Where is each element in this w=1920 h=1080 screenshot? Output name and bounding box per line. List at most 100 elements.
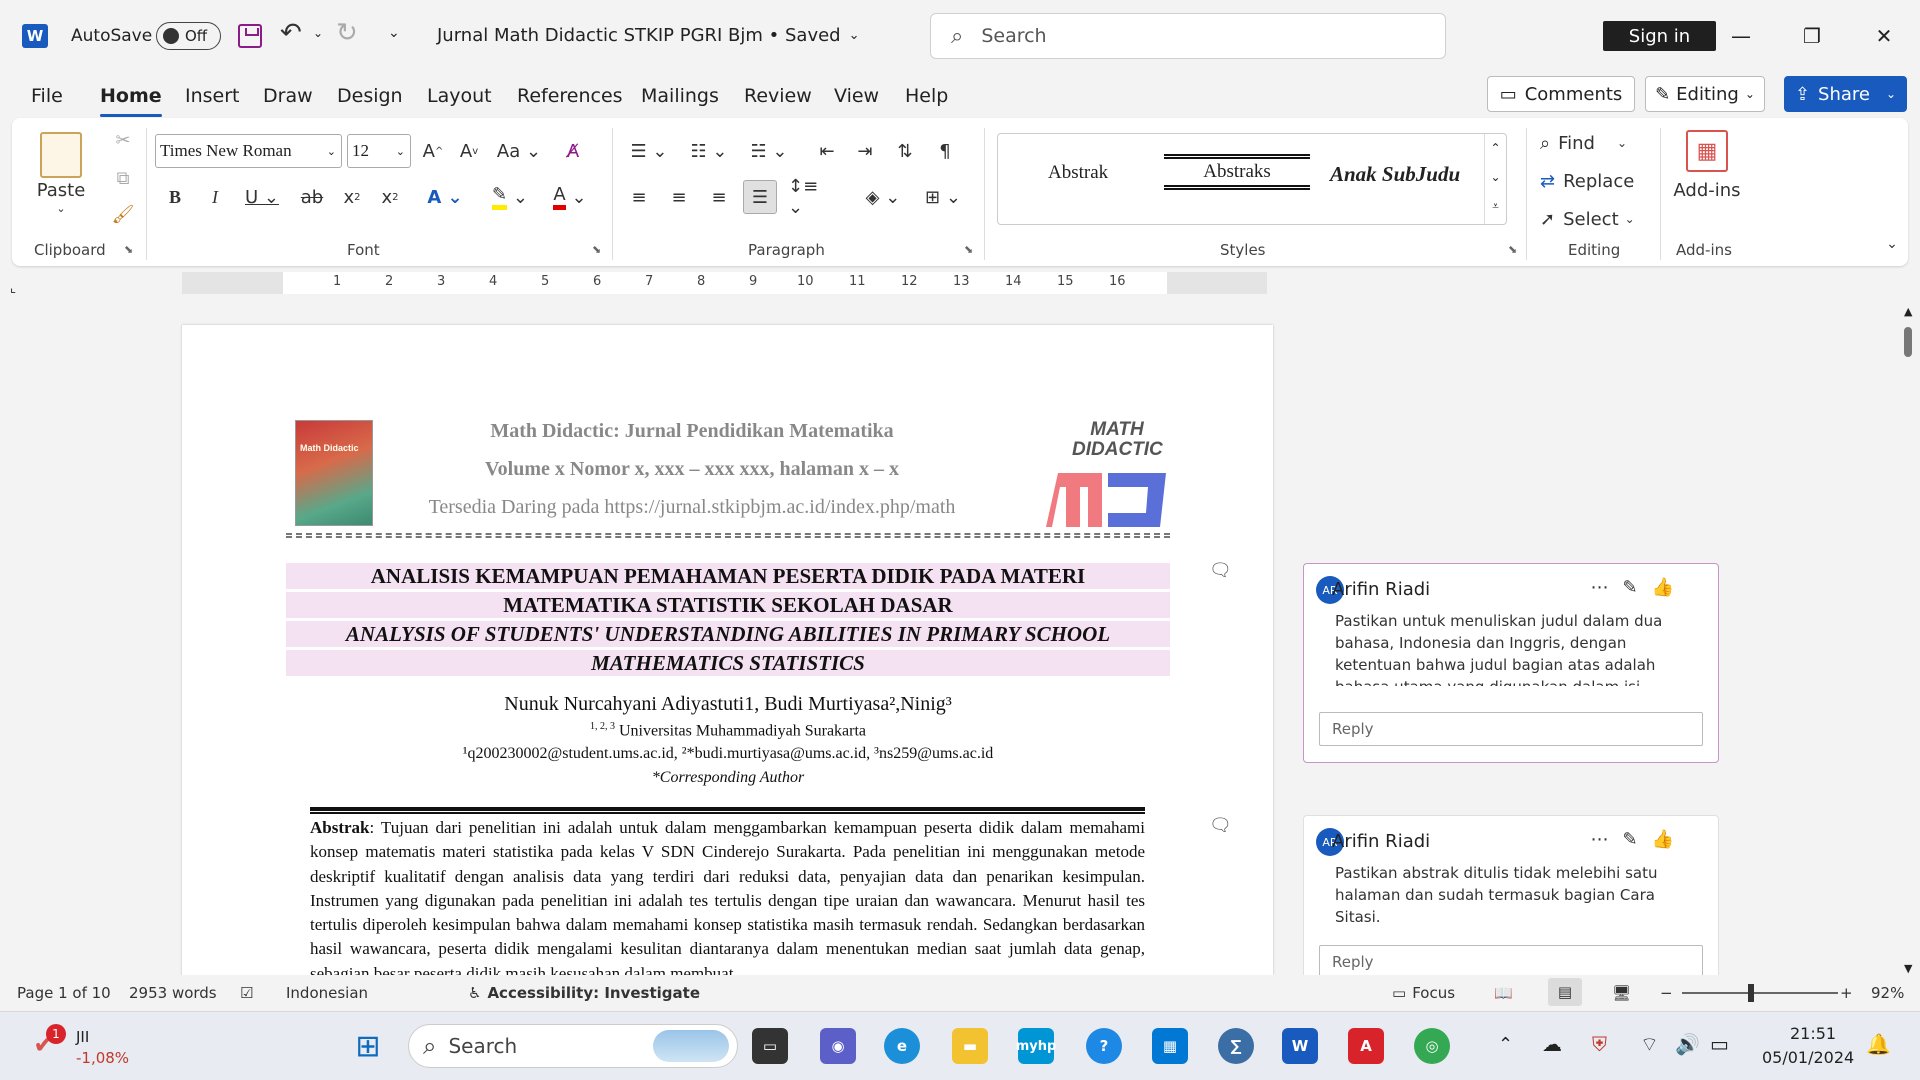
- microsoft-store-icon[interactable]: ▦: [1152, 1028, 1188, 1064]
- styles-scroll-buttons[interactable]: ⌃ ⌄ ⩡: [1484, 134, 1506, 224]
- strikethrough-button[interactable]: ab: [297, 182, 327, 212]
- show-hidden-icons[interactable]: ⌃: [1498, 1034, 1513, 1055]
- more-options-icon[interactable]: ⋯: [1590, 829, 1622, 850]
- select-button[interactable]: ➚ Select ⌄: [1540, 204, 1635, 234]
- comment-anchor-icon[interactable]: 🗨: [1209, 560, 1232, 581]
- font-name-combo[interactable]: Times New Roman ⌄: [155, 134, 342, 168]
- myhp-icon[interactable]: myhp: [1016, 1028, 1056, 1064]
- taskbar-search[interactable]: ⌕ Search: [408, 1024, 738, 1068]
- tab-view[interactable]: View: [834, 85, 879, 107]
- scroll-down-icon[interactable]: ▼: [1904, 962, 1912, 975]
- tab-draw[interactable]: Draw: [263, 85, 313, 107]
- line-spacing-icon[interactable]: ↕≡ ⌄: [788, 176, 838, 218]
- sort-icon[interactable]: ⇅: [890, 134, 920, 168]
- reply-input[interactable]: Reply: [1319, 712, 1703, 746]
- onedrive-icon[interactable]: ☁: [1542, 1032, 1562, 1056]
- horizontal-ruler[interactable]: 1 2 3 4 5 6 7 8 9 10 11 12 13 14 15 16: [283, 272, 1167, 294]
- superscript-button[interactable]: x2: [375, 182, 405, 212]
- search-box[interactable]: ⌕ Search: [930, 13, 1446, 59]
- bullets-icon[interactable]: ☰ ⌄: [624, 134, 674, 168]
- highlight-color-icon[interactable]: ✎ ⌄: [482, 182, 538, 212]
- chrome-icon[interactable]: ◎: [1414, 1028, 1450, 1064]
- word-taskbar-icon[interactable]: W: [1282, 1028, 1318, 1064]
- comment-card[interactable]: AR Arifin Riadi ⋯✎👍 Pastikan abstrak dit…: [1303, 815, 1719, 985]
- customize-qat-icon[interactable]: ⌄: [388, 25, 400, 41]
- style-anak-subjudul[interactable]: Anak SubJudu: [1330, 162, 1460, 187]
- align-right-icon[interactable]: ≡: [704, 180, 734, 214]
- font-color-icon[interactable]: A ⌄: [542, 182, 598, 212]
- scroll-thumb[interactable]: [1904, 327, 1912, 357]
- acrobat-icon[interactable]: A: [1348, 1028, 1384, 1064]
- notification-bell-icon[interactable]: 🔔: [1866, 1032, 1891, 1056]
- increase-indent-icon[interactable]: ⇥: [850, 134, 880, 168]
- zoom-level[interactable]: 92%: [1871, 984, 1904, 1002]
- wifi-icon[interactable]: ⌔: [1640, 1032, 1659, 1057]
- tab-layout[interactable]: Layout: [427, 85, 492, 107]
- zoom-out-icon[interactable]: −: [1660, 984, 1673, 1002]
- justify-icon[interactable]: ☰: [743, 180, 777, 214]
- save-icon[interactable]: [238, 24, 262, 48]
- text-effects-icon[interactable]: A ⌄: [422, 182, 468, 212]
- paste-button[interactable]: Paste: [36, 180, 86, 201]
- tab-review[interactable]: Review: [744, 85, 812, 107]
- change-case-icon[interactable]: Aa ⌄: [496, 134, 542, 168]
- multilevel-list-icon[interactable]: ☵ ⌄: [744, 134, 794, 168]
- italic-button[interactable]: I: [202, 182, 228, 212]
- tab-home[interactable]: Home: [100, 85, 162, 117]
- battery-icon[interactable]: ▭: [1710, 1032, 1729, 1056]
- restore-button[interactable]: ❐: [1792, 20, 1832, 52]
- find-button[interactable]: ⌕ Find ⌄: [1540, 128, 1627, 158]
- file-explorer-icon[interactable]: ▬: [952, 1028, 988, 1064]
- style-abstrak[interactable]: Abstrak: [1048, 162, 1108, 184]
- tab-file[interactable]: File: [31, 85, 63, 107]
- tab-mailings[interactable]: Mailings: [641, 85, 719, 107]
- show-formatting-marks-icon[interactable]: ¶: [930, 134, 960, 168]
- document-title[interactable]: Jurnal Math Didactic STKIP PGRI Bjm • Sa…: [437, 25, 860, 46]
- clock-time[interactable]: 21:51: [1790, 1024, 1836, 1043]
- paragraph-launcher-icon[interactable]: ⬊: [964, 243, 973, 256]
- security-shield-icon[interactable]: ⛨: [1592, 1032, 1607, 1056]
- sign-in-button[interactable]: Sign in: [1603, 21, 1716, 51]
- cut-icon[interactable]: ✂: [110, 130, 136, 151]
- align-center-icon[interactable]: ≡: [664, 180, 694, 214]
- proofing-icon[interactable]: ☑: [240, 984, 253, 1002]
- edit-pencil-icon[interactable]: ✎: [1622, 577, 1651, 598]
- tab-help[interactable]: Help: [905, 85, 948, 107]
- paste-icon[interactable]: [40, 132, 82, 178]
- edit-pencil-icon[interactable]: ✎: [1622, 829, 1651, 850]
- start-button-icon[interactable]: ⊞: [350, 1028, 386, 1064]
- get-help-icon[interactable]: ?: [1086, 1028, 1122, 1064]
- page-count[interactable]: Page 1 of 10: [17, 984, 111, 1002]
- decrease-indent-icon[interactable]: ⇤: [812, 134, 842, 168]
- font-launcher-icon[interactable]: ⬊: [592, 243, 601, 256]
- editing-mode-button[interactable]: ✎ Editing ⌄: [1645, 76, 1765, 112]
- document-page[interactable]: Math Didactic Math Didactic: Jurnal Pend…: [182, 325, 1273, 975]
- scroll-up-icon[interactable]: ▲: [1904, 305, 1912, 318]
- style-abstraks[interactable]: Abstraks: [1164, 154, 1310, 190]
- stock-name[interactable]: JII: [76, 1028, 89, 1046]
- focus-mode-button[interactable]: ▭ Focus: [1392, 984, 1455, 1002]
- add-ins-button[interactable]: Add-ins: [1672, 180, 1742, 201]
- font-size-combo[interactable]: 12 ⌄: [347, 134, 411, 168]
- tab-insert[interactable]: Insert: [185, 85, 240, 107]
- subscript-button[interactable]: x2: [337, 182, 367, 212]
- web-layout-icon[interactable]: 🖥: [1612, 984, 1631, 1002]
- zoom-slider[interactable]: [1682, 992, 1838, 994]
- redo-icon[interactable]: ↻: [336, 18, 358, 48]
- like-icon[interactable]: 👍: [1652, 829, 1688, 850]
- reply-input[interactable]: Reply: [1319, 945, 1703, 979]
- minimize-button[interactable]: —: [1721, 20, 1761, 52]
- tab-stop-selector-icon[interactable]: ⌞: [10, 281, 16, 296]
- tab-references[interactable]: References: [517, 85, 623, 107]
- accessibility-status[interactable]: ♿ Accessibility: Investigate: [468, 984, 700, 1002]
- styles-launcher-icon[interactable]: ⬊: [1508, 243, 1517, 256]
- like-icon[interactable]: 👍: [1652, 577, 1688, 598]
- shading-icon[interactable]: ◈ ⌄: [858, 180, 908, 214]
- add-ins-icon[interactable]: ▦: [1686, 130, 1728, 172]
- underline-button[interactable]: U ⌄: [240, 182, 284, 212]
- volume-icon[interactable]: 🔊: [1675, 1032, 1700, 1056]
- bold-button[interactable]: B: [162, 182, 188, 212]
- undo-chevron-down-icon[interactable]: ⌄: [313, 26, 323, 40]
- close-button[interactable]: ✕: [1864, 20, 1904, 52]
- numbering-icon[interactable]: ☷ ⌄: [684, 134, 734, 168]
